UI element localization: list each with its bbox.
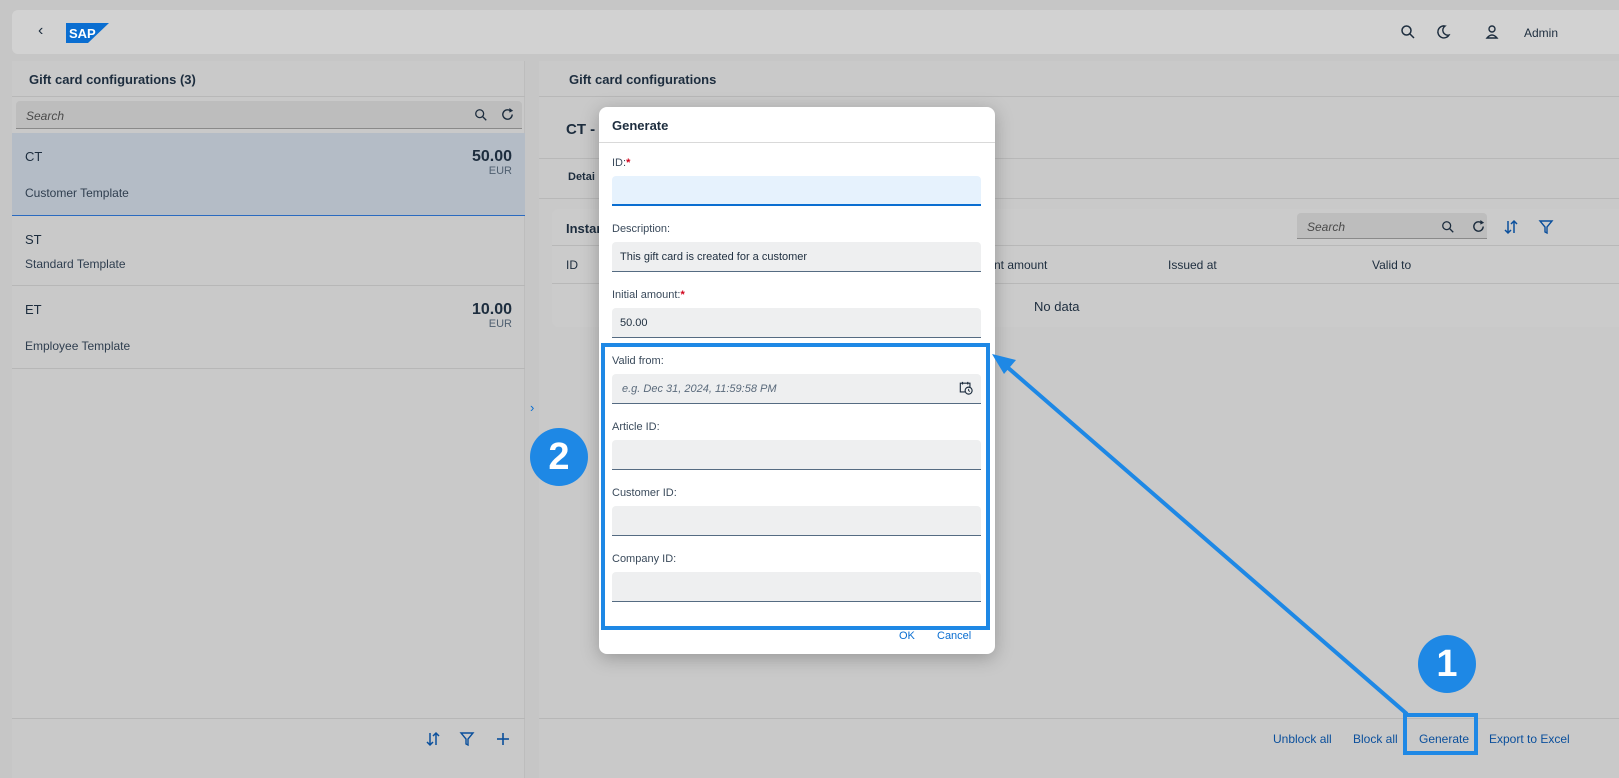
divider [12, 96, 525, 97]
item-amount: 50.00 [471, 148, 512, 165]
detail-header-title: Gift card configurations [569, 72, 717, 87]
column-header[interactable]: Issued at [1168, 258, 1217, 272]
sort-icon[interactable] [1503, 219, 1519, 235]
step-badge-2: 2 [530, 428, 588, 486]
moon-icon[interactable] [1435, 24, 1451, 40]
search-icon[interactable] [1441, 220, 1455, 234]
add-icon[interactable] [495, 731, 511, 747]
refresh-icon[interactable] [500, 107, 515, 122]
master-list-pane: Gift card configurations (3) Search CT 5… [12, 61, 525, 778]
step-badge-1: 1 [1418, 635, 1476, 693]
user-name[interactable]: Admin [1524, 26, 1558, 40]
master-list-title: Gift card configurations (3) [29, 72, 196, 87]
export-to-excel-button[interactable]: Export to Excel [1489, 732, 1570, 746]
divider [539, 96, 1619, 97]
sap-logo-text: SAP [69, 26, 96, 41]
item-description: Customer Template [25, 186, 129, 200]
filter-icon[interactable] [1538, 219, 1554, 235]
block-all-button[interactable]: Block all [1353, 732, 1398, 746]
master-footer-toolbar [12, 718, 525, 778]
object-title: CT - [566, 121, 596, 138]
filter-icon[interactable] [459, 731, 475, 747]
shell-bar: ‹ SAP Admin [12, 10, 1619, 54]
item-code: CT [25, 149, 43, 164]
divider [599, 142, 995, 143]
initial-amount-value: 50.00 [620, 317, 648, 329]
highlight-box-generate [1403, 713, 1478, 755]
initial-amount-label-text: Initial amount: [612, 289, 681, 301]
list-item[interactable]: ST Standard Template [12, 216, 525, 286]
ok-button[interactable]: OK [899, 630, 915, 642]
page-background: ‹ SAP Admin Gift card configurations (3)… [0, 0, 1619, 778]
item-code: ST [25, 232, 42, 247]
initial-amount-field[interactable]: 50.00 [612, 308, 981, 338]
item-description: Standard Template [25, 257, 126, 271]
chevron-left-icon[interactable]: ‹ [38, 22, 43, 40]
sort-icon[interactable] [425, 731, 441, 747]
cancel-button[interactable]: Cancel [937, 630, 971, 642]
column-header[interactable]: Valid to [1372, 258, 1411, 272]
id-label: ID:* [612, 157, 630, 169]
item-currency: EUR [488, 318, 512, 330]
id-label-text: ID: [612, 157, 627, 169]
search-placeholder: Search [1307, 220, 1346, 234]
no-data-text: No data [1034, 299, 1080, 314]
initial-amount-label: Initial amount:* [612, 289, 685, 301]
highlight-box-fields [601, 343, 990, 630]
item-amount: 10.00 [471, 301, 512, 318]
search-icon[interactable] [474, 108, 488, 122]
tab-details[interactable]: Detai [568, 171, 595, 183]
refresh-icon[interactable] [1471, 219, 1486, 234]
sap-logo[interactable]: SAP [66, 23, 109, 43]
search-icon[interactable] [1400, 24, 1416, 40]
required-marker: * [680, 289, 685, 301]
required-marker: * [626, 157, 631, 169]
item-code: ET [25, 302, 42, 317]
id-field[interactable] [612, 176, 981, 206]
splitter-chevron-right-icon[interactable]: › [530, 400, 534, 415]
unblock-all-button[interactable]: Unblock all [1273, 732, 1332, 746]
table-title: Instar [566, 221, 602, 236]
item-currency: EUR [488, 165, 512, 177]
list-item[interactable]: ET 10.00 EUR Employee Template [12, 286, 525, 369]
column-header[interactable]: ID [566, 258, 578, 272]
description-label: Description: [612, 223, 671, 235]
description-field[interactable]: This gift card is created for a customer [612, 242, 981, 272]
user-icon[interactable] [1484, 24, 1500, 40]
item-description: Employee Template [25, 339, 131, 353]
dialog-title: Generate [612, 118, 669, 133]
search-placeholder: Search [26, 109, 65, 123]
description-value: This gift card is created for a customer [620, 251, 808, 263]
master-search-input[interactable]: Search [16, 101, 522, 129]
column-header[interactable]: nt amount [994, 258, 1047, 272]
list-item[interactable]: CT 50.00 EUR Customer Template [12, 133, 525, 216]
table-search-input[interactable]: Search [1297, 213, 1487, 239]
